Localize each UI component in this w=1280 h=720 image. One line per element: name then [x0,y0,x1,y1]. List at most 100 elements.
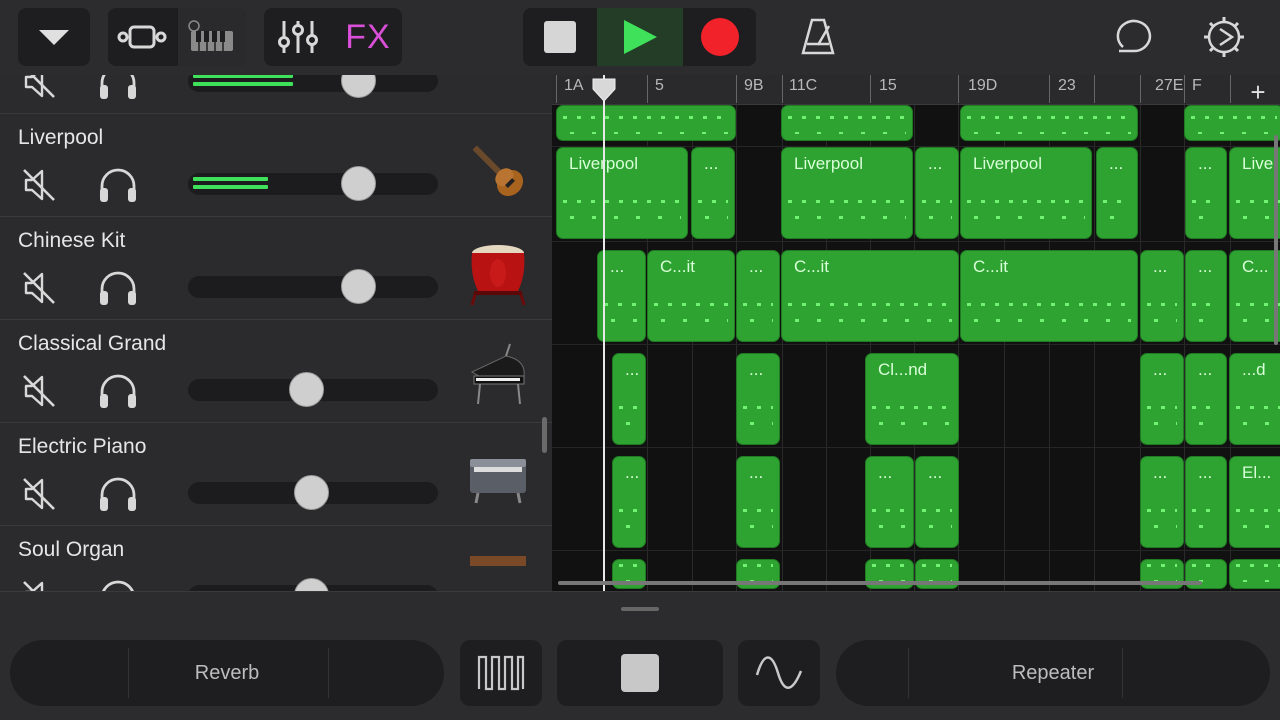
keyboard-view-button[interactable] [178,8,246,66]
instrument-icon[interactable] [466,445,530,515]
music-region[interactable]: ... [612,353,646,445]
tracks-view-icon [117,25,167,49]
garageband-app: FX Liverpool Chinese Kit Classical Grand… [0,0,1280,720]
music-region[interactable]: El... [1229,456,1280,548]
mute-button[interactable] [20,578,60,591]
add-section-button[interactable]: + [1244,77,1272,108]
solo-button[interactable] [97,164,137,204]
headers-scrollbar[interactable] [542,417,547,453]
solo-button[interactable] [97,75,137,101]
mute-button[interactable] [20,75,60,103]
instrument-icon[interactable] [466,239,530,309]
volume-knob[interactable] [341,269,376,304]
record-button[interactable] [683,8,756,66]
playhead-handle-icon[interactable] [591,77,617,103]
instrument-icon[interactable] [466,75,530,103]
solo-button[interactable] [97,473,137,513]
music-region[interactable]: Live [1229,147,1280,239]
track-header[interactable]: Electric Piano [0,423,552,526]
horizontal-scrollbar[interactable] [558,581,1202,585]
music-region[interactable]: C...it [960,250,1138,342]
volume-slider[interactable] [188,276,438,298]
music-region[interactable] [781,105,913,141]
music-region[interactable]: ... [915,456,959,548]
music-region[interactable]: ... [1185,250,1227,342]
region-name: Liverpool [973,154,1042,173]
music-region[interactable]: C... [1229,250,1280,342]
volume-knob[interactable] [341,166,376,201]
music-region[interactable]: ... [1140,353,1184,445]
mixer-button[interactable] [264,8,332,66]
gate-effect-button[interactable] [460,640,542,706]
music-region[interactable]: Liverpool [556,147,688,239]
volume-knob[interactable] [294,475,329,510]
loop-browser-button[interactable] [1104,8,1164,66]
vertical-scrollbar[interactable] [1274,135,1278,345]
solo-button[interactable] [97,267,137,307]
mute-button[interactable] [20,475,60,515]
metronome-button[interactable] [786,8,850,66]
mute-button[interactable] [20,372,60,412]
track-header[interactable]: Chinese Kit [0,217,552,320]
reverb-effect-pad[interactable]: Reverb [10,640,444,706]
playhead[interactable] [603,75,605,591]
music-region[interactable]: C...it [781,250,959,342]
music-region[interactable]: ... [612,456,646,548]
instrument-icon[interactable] [466,342,530,412]
track-header[interactable] [0,75,552,114]
volume-knob[interactable] [289,372,324,407]
music-region[interactable]: ... [1140,456,1184,548]
music-region[interactable]: ... [865,456,914,548]
bar-ruler[interactable]: 1A 5 9B 11C 15 19D 23 27E F [552,75,1280,105]
repeater-effect-pad[interactable]: Repeater [836,640,1270,706]
volume-knob[interactable] [341,75,376,98]
track-header[interactable]: Classical Grand [0,320,552,423]
music-region[interactable]: Cl...nd [865,353,959,445]
ruler-tick [556,75,557,103]
instrument-icon[interactable] [466,548,530,591]
music-region[interactable]: Liverpool [960,147,1092,239]
music-region[interactable] [556,105,736,141]
music-region[interactable]: ... [915,147,959,239]
instrument-icon[interactable] [466,136,530,206]
music-region[interactable]: ... [1096,147,1138,239]
track-header[interactable]: Liverpool [0,114,552,217]
music-region[interactable] [960,105,1138,141]
tape-stop-button[interactable] [557,640,723,706]
music-region[interactable]: ... [1185,353,1227,445]
track-header[interactable]: Soul Organ [0,526,552,591]
stop-button[interactable] [523,8,597,66]
panel-drag-handle[interactable] [621,607,659,611]
music-region[interactable]: ... [736,250,780,342]
tracks-view-button[interactable] [108,8,176,66]
music-region[interactable]: ... [1185,456,1227,548]
mute-button[interactable] [20,166,60,206]
play-button[interactable] [597,8,683,66]
music-region[interactable]: ... [736,353,780,445]
level-meter-bar [193,75,293,78]
solo-button[interactable] [97,576,137,591]
fx-button[interactable]: FX [334,8,402,66]
solo-button[interactable] [97,370,137,410]
mute-button[interactable] [20,269,60,309]
music-region[interactable]: ...d [1229,353,1280,445]
music-region[interactable]: ... [691,147,735,239]
music-region[interactable] [1184,105,1280,141]
browser-dropdown-button[interactable] [18,8,90,66]
speaker-muted-icon [23,272,55,304]
tracks-timeline[interactable]: 1A 5 9B 11C 15 19D 23 27E F Liverpool... Liverpoo… [552,75,1280,591]
settings-button[interactable] [1194,8,1254,66]
region-notes [604,297,639,327]
music-region[interactable]: C...it [647,250,735,342]
headphones-icon [100,168,136,202]
music-region[interactable] [1229,559,1280,589]
volume-knob[interactable] [294,578,329,591]
ruler-tick [1140,75,1141,103]
filter-effect-button[interactable] [738,640,820,706]
level-meter [193,75,293,88]
region-notes [788,110,906,134]
music-region[interactable]: Liverpool [781,147,913,239]
music-region[interactable]: ... [736,456,780,548]
music-region[interactable]: ... [1140,250,1184,342]
music-region[interactable]: ... [1185,147,1227,239]
